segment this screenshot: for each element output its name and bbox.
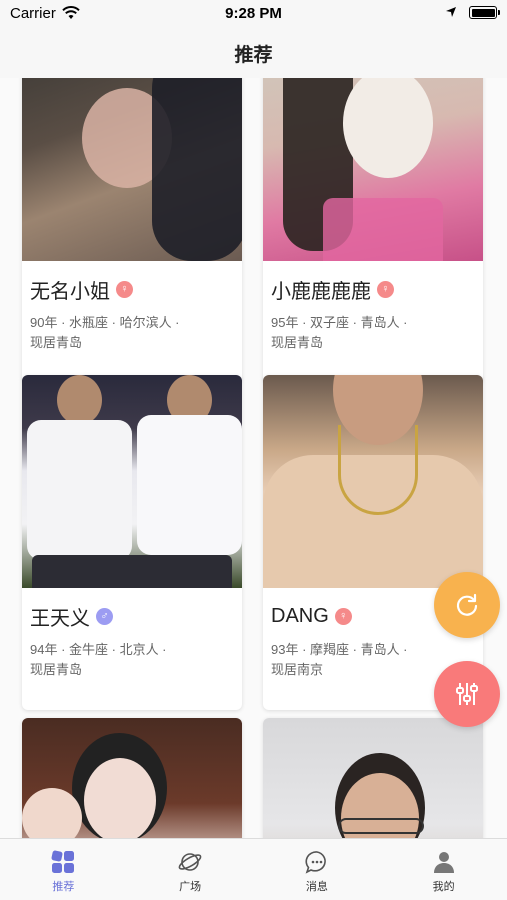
details-line: 94年 · 金牛座 · 北京人 · xyxy=(30,642,167,657)
tab-profile[interactable]: 我的 xyxy=(380,839,507,900)
user-photo xyxy=(263,78,483,261)
refresh-icon xyxy=(456,593,478,616)
user-card[interactable] xyxy=(263,718,483,838)
user-photo xyxy=(22,78,242,261)
tab-square[interactable]: 广场 xyxy=(127,839,254,900)
details-line: 现居青岛 xyxy=(271,335,324,350)
user-card[interactable]: DANG ♀ 93年 · 摩羯座 · 青岛人 · 现居南京 xyxy=(263,375,483,710)
tab-label: 消息 xyxy=(305,881,328,893)
user-photo xyxy=(263,718,483,838)
user-name: 小鹿鹿鹿鹿 xyxy=(271,280,371,303)
user-name: 王天义 xyxy=(30,607,90,630)
details-line: 90年 · 水瓶座 · 哈尔滨人 · xyxy=(30,315,180,330)
status-bar: Carrier 9:28 PM xyxy=(0,0,507,28)
refresh-button[interactable] xyxy=(434,572,500,638)
location-arrow-icon xyxy=(446,7,456,17)
planet-icon xyxy=(177,849,203,875)
user-name: DANG xyxy=(271,604,329,627)
user-card[interactable]: 王天义 ♂ 94年 · 金牛座 · 北京人 · 现居青岛 xyxy=(22,375,242,710)
clock: 9:28 PM xyxy=(225,5,282,22)
user-details: 95年 · 双子座 · 青岛人 · 现居青岛 xyxy=(271,313,475,353)
female-icon: ♀ xyxy=(116,280,133,298)
tab-label: 我的 xyxy=(432,881,455,893)
user-photo xyxy=(22,718,242,838)
recommend-feed[interactable]: 无名小姐 ♀ 90年 · 水瓶座 · 哈尔滨人 · 现居青岛 小鹿鹿鹿鹿 ♀ 9… xyxy=(0,78,507,838)
female-icon: ♀ xyxy=(334,607,352,625)
tab-bar: 推荐 广场 消息 我的 xyxy=(0,838,507,900)
user-name: 无名小姐 xyxy=(30,280,110,303)
sliders-icon xyxy=(456,683,478,705)
details-line: 95年 · 双子座 · 青岛人 · xyxy=(271,315,408,330)
chat-bubble-icon xyxy=(304,849,330,875)
tab-messages[interactable]: 消息 xyxy=(254,839,381,900)
details-line: 现居青岛 xyxy=(30,335,83,350)
user-card[interactable] xyxy=(22,718,242,838)
tab-label: 广场 xyxy=(179,881,202,893)
details-line: 93年 · 摩羯座 · 青岛人 · xyxy=(271,642,408,657)
user-photo xyxy=(22,375,242,588)
grid-icon xyxy=(50,849,76,875)
user-card[interactable]: 无名小姐 ♀ 90年 · 水瓶座 · 哈尔滨人 · 现居青岛 xyxy=(22,78,242,383)
user-photo xyxy=(263,375,483,588)
male-icon: ♂ xyxy=(96,607,113,625)
details-line: 现居青岛 xyxy=(30,662,83,677)
person-icon xyxy=(431,849,457,875)
female-icon: ♀ xyxy=(377,280,394,298)
user-card[interactable]: 小鹿鹿鹿鹿 ♀ 95年 · 双子座 · 青岛人 · 现居青岛 xyxy=(263,78,483,383)
tab-label: 推荐 xyxy=(52,881,75,893)
filter-button[interactable] xyxy=(434,661,500,727)
user-details: 90年 · 水瓶座 · 哈尔滨人 · 现居青岛 xyxy=(30,313,234,353)
nav-bar: 推荐 xyxy=(0,28,507,78)
user-details: 94年 · 金牛座 · 北京人 · 现居青岛 xyxy=(30,640,234,680)
battery-icon xyxy=(469,6,500,19)
page-title: 推荐 xyxy=(234,44,273,66)
tab-recommend[interactable]: 推荐 xyxy=(0,839,127,900)
